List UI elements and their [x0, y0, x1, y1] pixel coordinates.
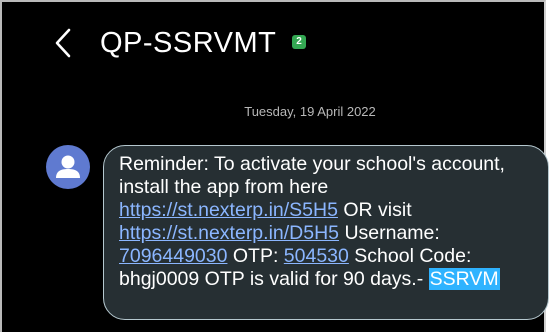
- message-text-part: OTP:: [227, 245, 284, 267]
- install-link[interactable]: https://st.nexterp.in/S5H5: [119, 199, 338, 221]
- sender-avatar[interactable]: [46, 145, 90, 189]
- message-bubble[interactable]: Reminder: To activate your school's acco…: [103, 145, 549, 320]
- sim-2-icon: 2: [292, 35, 306, 49]
- visit-link[interactable]: https://st.nexterp.in/D5H5: [119, 222, 339, 244]
- chevron-left-icon: [55, 28, 71, 58]
- signature-selected[interactable]: SSRVM: [428, 268, 500, 290]
- sender-name: QP-SSRVMT: [100, 27, 277, 59]
- back-button[interactable]: [52, 26, 76, 60]
- username-phone-link[interactable]: 7096449030: [119, 245, 227, 267]
- message-text-part: Reminder: To activate your school's acco…: [119, 153, 511, 198]
- otp-link[interactable]: 504530: [284, 245, 349, 267]
- message-text-part: Username:: [339, 222, 446, 244]
- date-separator: Tuesday, 19 April 2022: [244, 104, 376, 119]
- message-text-part: OR visit: [337, 199, 418, 221]
- message-text: Reminder: To activate your school's acco…: [119, 153, 538, 291]
- person-icon: [56, 155, 80, 178]
- conversation-screen: QP-SSRVMT 2 Tuesday, 19 April 2022 Remin…: [0, 0, 549, 332]
